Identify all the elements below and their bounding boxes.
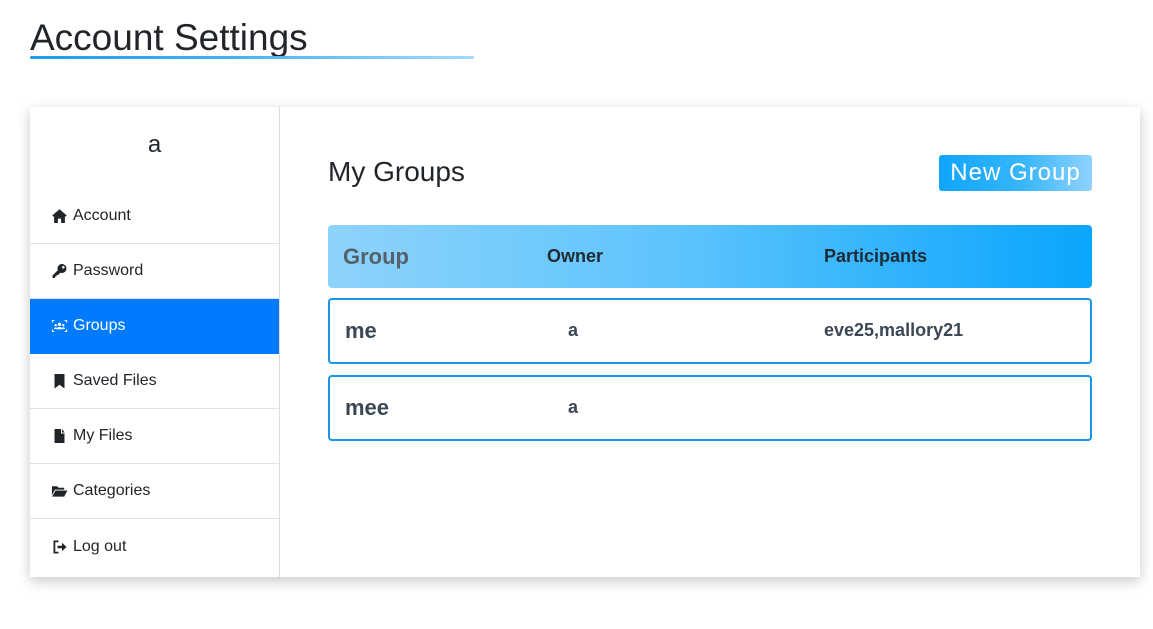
cell-participants: eve25,mallory21 xyxy=(824,320,964,340)
groups-panel: My Groups New Group Group Owner Particip… xyxy=(280,107,1140,577)
sidebar-item-label: Categories xyxy=(73,482,151,499)
sidebar-item-label: Saved Files xyxy=(73,372,157,389)
new-group-button[interactable]: New Group xyxy=(939,155,1092,191)
file-icon xyxy=(50,428,68,444)
sign-out-icon xyxy=(50,539,68,555)
sidebar-item-saved-files[interactable]: Saved Files xyxy=(30,354,279,409)
sidebar-item-password[interactable]: Password xyxy=(30,244,279,299)
sidebar-item-account[interactable]: Account xyxy=(30,189,279,244)
sidebar-item-my-files[interactable]: My Files xyxy=(30,409,279,464)
header-participants: Participants xyxy=(824,246,928,266)
cell-owner: a xyxy=(568,320,579,340)
page-title: Account Settings xyxy=(30,17,308,58)
users-icon xyxy=(50,318,68,334)
sidebar-item-log-out[interactable]: Log out xyxy=(30,519,279,574)
sidebar-username: a xyxy=(147,131,162,158)
section-title: My Groups xyxy=(328,156,465,187)
table-row[interactable]: mee a xyxy=(328,375,1092,441)
key-icon xyxy=(50,263,68,279)
home-icon xyxy=(50,208,68,224)
bookmark-icon xyxy=(50,373,68,389)
header-owner: Owner xyxy=(547,246,604,266)
cell-group: me xyxy=(345,318,377,343)
sidebar-item-categories[interactable]: Categories xyxy=(30,464,279,519)
cell-owner: a xyxy=(568,397,579,417)
sidebar-item-label: Account xyxy=(73,207,131,224)
header-group: Group xyxy=(343,244,409,269)
sidebar-item-label: Log out xyxy=(73,537,127,555)
sidebar-item-label: Groups xyxy=(73,317,126,334)
sidebar-item-label: Password xyxy=(73,262,144,279)
sidebar: a Account Password Groups Saved Files My… xyxy=(30,107,280,577)
table-row[interactable]: me a eve25,mallory21 xyxy=(328,298,1092,364)
sidebar-item-groups[interactable]: Groups xyxy=(30,299,279,354)
settings-card: a Account Password Groups Saved Files My… xyxy=(30,107,1140,577)
title-underline xyxy=(30,56,474,59)
groups-table-header: Group Owner Participants xyxy=(328,225,1092,288)
folder-open-icon xyxy=(50,483,68,499)
cell-group: mee xyxy=(345,395,390,420)
sidebar-item-label: My Files xyxy=(73,427,133,444)
